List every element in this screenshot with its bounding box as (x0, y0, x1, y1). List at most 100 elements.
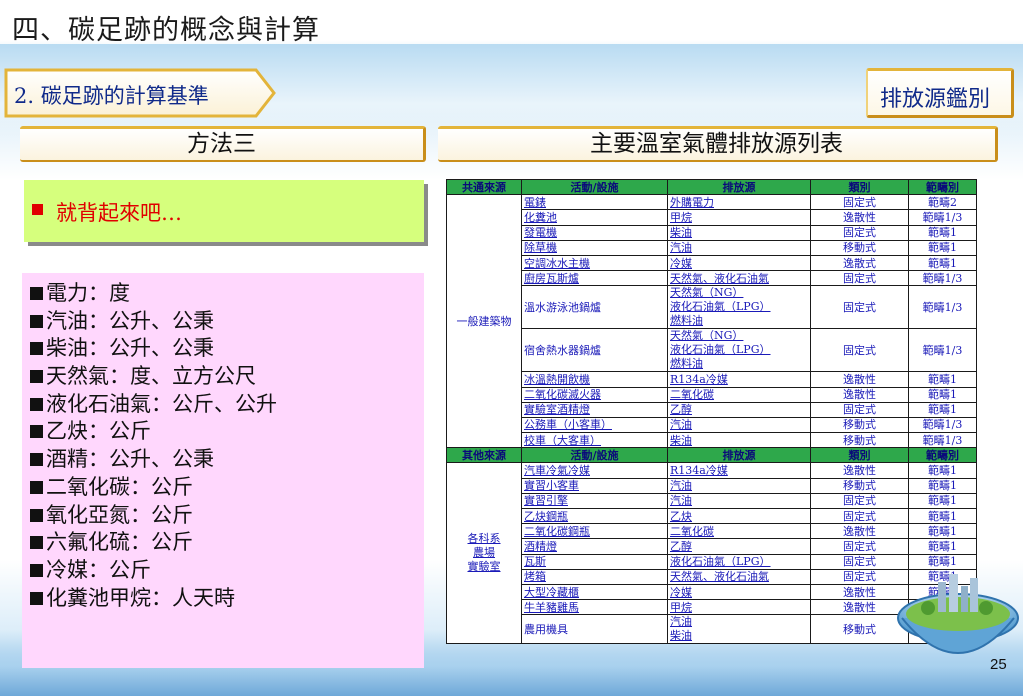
activity-cell: 農用機具 (521, 614, 668, 645)
activity-cell: 化糞池 (521, 209, 668, 226)
cell-line: 各科系 (467, 532, 501, 546)
table-row: 實習引擎 汽油 固定式 範疇1 (447, 492, 977, 510)
unit-text: 氧化亞氮：公斤 (46, 502, 193, 527)
activity-cell: 牛羊豬雞馬 (521, 599, 668, 616)
column-header: 共通來源 (446, 178, 522, 196)
category-cell: 移動式 (810, 416, 909, 434)
emission-source-cell: 柴油 (667, 224, 811, 241)
table-row: 一般建築物 電錶 外購電力 固定式 範疇2 (446, 194, 977, 449)
emission-source-cell: 汽油 (667, 416, 811, 434)
cell-line: 燃料油 (670, 314, 703, 328)
unit-item: 天然氣：度、立方公尺 (30, 363, 424, 391)
memorize-callout: 就背起來吧… (24, 180, 424, 242)
category-cell: 固定式 (810, 507, 909, 525)
callout-text: 就背起來吧… (56, 201, 182, 225)
units-list-box: 電力：度 汽油：公升、公秉 柴油：公升、公秉 天然氣：度、立方公尺 液化石油氣：公斤、公… (22, 273, 424, 668)
cell-line: 農場 (473, 546, 495, 560)
unit-text: 六氟化硫：公斤 (46, 530, 193, 555)
category-cell: 固定式 (810, 285, 909, 330)
activity-cell: 空調冰水主機 (521, 254, 668, 272)
black-square-bullet-icon (30, 536, 43, 550)
emission-source-cell: 天然氣（NG） 液化石油氣（LPG） 燃料油 (667, 328, 811, 373)
category-cell: 逸散式 (810, 254, 909, 272)
activity-cell: 除草機 (521, 239, 668, 256)
activity-cell: 冰溫熱開飲機 (521, 371, 668, 388)
activity-cell: 校車（大客車） (521, 432, 668, 449)
page-number: 25 (990, 656, 1007, 673)
category-cell: 逸散性 (810, 209, 909, 226)
activity-cell: 廚房瓦斯爐 (521, 270, 668, 287)
activity-cell: 公務車（小客車） (521, 416, 668, 434)
activity-cell: 實驗室酒精燈 (521, 401, 668, 418)
category-cell: 固定式 (810, 328, 909, 373)
table-row: 二氧化碳滅火器 二氧化碳 逸散性 範疇1 (447, 386, 977, 403)
unit-text: 化糞池甲烷：人天時 (46, 585, 235, 610)
activity-cell: 發電機 (521, 224, 668, 241)
cell-line: 天然氣（NG） (670, 286, 744, 300)
emission-source-cell: 甲烷 (667, 599, 811, 616)
activity-cell: 烤箱 (521, 568, 668, 585)
scope-cell: 範疇1 (908, 224, 977, 241)
black-square-bullet-icon (30, 342, 43, 356)
column-header: 其他來源 (446, 447, 522, 464)
emission-source-cell: 天然氣（NG） 液化石油氣（LPG） 燃料油 (667, 285, 811, 330)
activity-cell: 宿舍熱水器鍋爐 (521, 328, 668, 373)
black-square-bullet-icon (30, 591, 43, 605)
source-group-cell: 各科系 農場 實驗室 (446, 462, 522, 645)
black-square-bullet-icon (30, 453, 43, 467)
table-row: 實驗室酒精燈 乙醇 固定式 範疇1 (447, 401, 977, 418)
activity-cell: 乙炔鋼瓶 (521, 507, 668, 525)
unit-item: 乙炔：公斤 (30, 418, 424, 446)
table-row: 實習小客車 汽油 移動式 範疇1 (447, 477, 977, 494)
emission-source-cell: R134a冷媒 (667, 462, 811, 479)
emission-source-tab: 排放源鑑別 (866, 68, 1014, 118)
black-square-bullet-icon (30, 397, 43, 411)
unit-text: 二氧化碳：公斤 (46, 474, 193, 499)
black-square-bullet-icon (30, 508, 43, 522)
activity-cell: 汽車冷氣冷媒 (521, 462, 668, 479)
emission-source-label: 排放源鑑別 (880, 87, 991, 112)
scope-cell: 範疇1 (908, 239, 977, 256)
black-square-bullet-icon (30, 314, 43, 328)
unit-item: 酒精：公升、公秉 (30, 446, 424, 474)
cell-line: 實驗室 (467, 560, 501, 574)
scope-cell: 範疇1/3 (908, 328, 977, 373)
table-header-row: 其他來源 活動/設施 排放源 類別 範疇別 (446, 447, 977, 464)
activity-cell: 瓦斯 (521, 553, 668, 570)
slide-title: 四、碳足跡的概念與計算 (12, 15, 320, 46)
table-row: 廚房瓦斯爐 天然氣、液化石油氣 固定式 範疇1/3 (447, 270, 977, 287)
unit-item: 二氧化碳：公斤 (30, 474, 424, 502)
emission-source-cell: 冷媒 (667, 583, 811, 601)
column-header: 類別 (810, 178, 909, 196)
emission-source-cell: 液化石油氣（LPG） (667, 553, 811, 570)
category-cell: 固定式 (810, 492, 909, 510)
activity-cell: 大型冷藏櫃 (521, 583, 668, 601)
method-three-header: 方法三 (20, 126, 426, 162)
table-row: 化糞池 甲烷 逸散性 範疇1/3 (447, 209, 977, 226)
emission-source-cell: 二氧化碳 (667, 523, 811, 540)
table-row: 校車（大客車） 柴油 移動式 範疇1/3 (447, 432, 977, 449)
unit-text: 乙炔：公斤 (46, 419, 151, 444)
scope-cell: 範疇1 (908, 386, 977, 403)
scope-cell: 範疇1 (908, 462, 977, 479)
cell-line: 液化石油氣（LPG） (670, 300, 771, 314)
black-square-bullet-icon (30, 480, 43, 494)
column-header: 範疇別 (908, 447, 977, 464)
cell-line: 天然氣（NG） (670, 329, 744, 343)
unit-text: 汽油：公升、公秉 (46, 308, 214, 333)
column-header: 活動/設施 (521, 447, 668, 464)
source-group-cell: 一般建築物 (446, 194, 522, 449)
unit-item: 氧化亞氮：公斤 (30, 502, 424, 530)
emission-source-cell: 汽油 (667, 239, 811, 256)
unit-item: 汽油：公升、公秉 (30, 308, 424, 336)
emission-source-cell: 天然氣、液化石油氣 (667, 270, 811, 287)
table-row: 冰溫熱開飲機 R134a冷媒 逸散性 範疇1 (447, 371, 977, 388)
unit-text: 冷媒：公斤 (46, 557, 151, 582)
unit-item: 冷媒：公斤 (30, 557, 424, 585)
category-cell: 移動式 (810, 239, 909, 256)
unit-text: 電力：度 (46, 281, 130, 305)
unit-text: 酒精：公升、公秉 (46, 447, 214, 472)
column-header: 範疇別 (908, 178, 977, 196)
category-cell: 逸散性 (810, 371, 909, 388)
table-row: 宿舍熱水器鍋爐 天然氣（NG） 液化石油氣（LPG） 燃料油 固定式 範疇1/3 (447, 328, 977, 373)
